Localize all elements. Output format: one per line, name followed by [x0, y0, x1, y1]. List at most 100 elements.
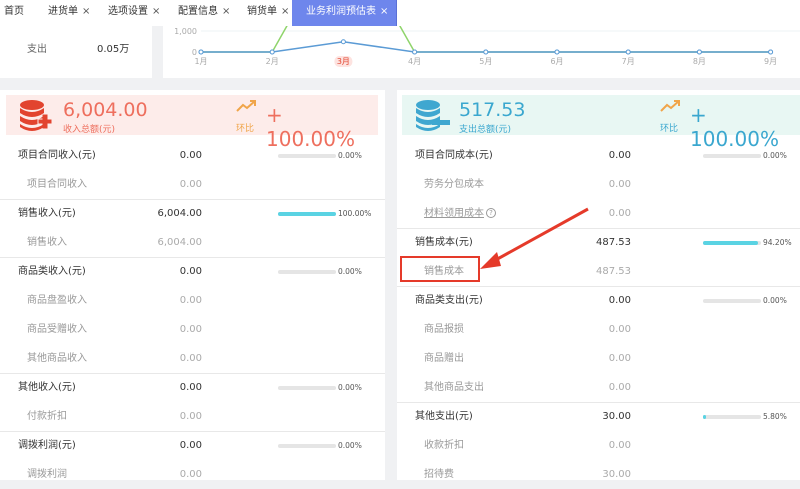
item-row: 劳务分包成本 0.00 — [397, 171, 800, 199]
group-value: 487.53 — [596, 237, 631, 248]
data-point — [554, 49, 560, 55]
group-name: 销售收入(元) — [18, 208, 76, 219]
item-name: 商品盘盈收入 — [27, 295, 87, 306]
group-row: 项目合同收入(元) 0.00 0.00% — [0, 142, 385, 170]
item-value: 0.00 — [608, 440, 631, 451]
expense-trend-label: 环比 — [660, 124, 679, 134]
item-row: 商品报损 0.00 — [397, 316, 800, 344]
group-row: 其他支出(元) 30.00 5.80% — [397, 403, 800, 431]
group-name: 商品类收入(元) — [18, 266, 86, 277]
tab-2[interactable]: 选项设置 × — [108, 0, 160, 26]
group-name: 其他收入(元) — [18, 382, 76, 393]
x-tick-label: 6月 — [550, 57, 563, 66]
close-icon[interactable]: × — [152, 6, 160, 17]
tab-0[interactable]: 首页 — [4, 0, 24, 26]
tab-label: 业务利润预估表 — [306, 6, 376, 17]
item-row: 调拨利润 0.00 — [0, 461, 385, 489]
percent-label: 0.00% — [763, 296, 787, 305]
summary-label: 支出 — [27, 44, 47, 55]
group-row: 调拨利润(元) 0.00 0.00% — [0, 432, 385, 460]
income-header: 6,004.00 收入总额(元) 环比 + 100.00% — [6, 95, 378, 151]
item-row: 招待费 30.00 — [397, 461, 800, 489]
tab-3[interactable]: 配置信息 × — [178, 0, 230, 26]
percent-label: 0.00% — [338, 441, 362, 450]
group-name: 商品类支出(元) — [415, 295, 483, 306]
database-plus-icon — [20, 100, 53, 131]
tab-label: 首页 — [4, 6, 24, 17]
group-value: 0.00 — [179, 150, 202, 161]
close-icon[interactable]: × — [222, 6, 230, 17]
item-row: 其他商品收入 0.00 — [0, 345, 385, 373]
income-total: 6,004.00 — [63, 99, 148, 121]
group-value: 6,004.00 — [157, 208, 202, 219]
group-row: 销售收入(元) 6,004.00 100.00% — [0, 200, 385, 228]
tab-label: 进货单 — [48, 6, 78, 17]
x-tick-label: 2月 — [266, 57, 279, 66]
group-name: 销售成本(元) — [415, 237, 473, 248]
group-value: 0.00 — [179, 266, 202, 277]
group-value: 30.00 — [602, 411, 631, 422]
group-name: 调拨利润(元) — [18, 440, 76, 451]
data-point — [696, 49, 702, 55]
item-name: 商品受赠收入 — [27, 324, 87, 335]
income-panel: 6,004.00 收入总额(元) 环比 + 100.00% 项目合同收入(元) 0… — [0, 90, 385, 480]
percent-label: 100.00% — [338, 209, 372, 218]
close-icon[interactable]: × — [82, 6, 90, 17]
percent-bar-fill — [703, 241, 758, 245]
item-row: 付款折扣 0.00 — [0, 403, 385, 431]
close-icon[interactable]: × — [380, 6, 388, 17]
income-total-label: 收入总额(元) — [63, 125, 116, 135]
item-row: 商品赠出 0.00 — [397, 345, 800, 373]
item-value: 0.00 — [608, 208, 631, 219]
percent-bar — [278, 270, 336, 274]
group-name: 项目合同收入(元) — [18, 150, 96, 161]
help-icon[interactable]: ? — [486, 208, 496, 218]
item-name: 其他商品支出 — [424, 382, 484, 393]
x-tick-label: 1月 — [194, 57, 207, 66]
item-name: 材料领用成本 — [424, 208, 484, 219]
item-name: 招待费 — [424, 469, 454, 480]
item-value: 487.53 — [596, 266, 631, 277]
item-name: 收款折扣 — [424, 440, 464, 451]
tab-1[interactable]: 进货单 × — [48, 0, 90, 26]
data-point — [768, 49, 774, 55]
close-icon[interactable]: × — [281, 6, 289, 17]
percent-label: 0.00% — [338, 151, 362, 160]
x-tick-label: 4月 — [408, 57, 421, 66]
data-point — [269, 49, 275, 55]
item-name: 劳务分包成本 — [424, 179, 484, 190]
x-tick-label: 3月 — [337, 57, 350, 66]
tab-4[interactable]: 销货单 × — [247, 0, 289, 26]
percent-bar — [278, 212, 336, 216]
x-tick-label: 5月 — [479, 57, 492, 66]
item-row: 商品盘盈收入 0.00 — [0, 287, 385, 315]
group-value: 0.00 — [179, 382, 202, 393]
percent-bar — [278, 444, 336, 448]
percent-label: 0.00% — [338, 267, 362, 276]
data-point — [483, 49, 489, 55]
summary-value: 0.05万 — [97, 44, 130, 55]
percent-bar — [703, 154, 761, 158]
data-point — [625, 49, 631, 55]
expense-total: 517.53 — [459, 99, 526, 121]
tab-label: 销货单 — [247, 6, 277, 17]
y-tick-label: 0 — [192, 48, 197, 57]
tab-label: 配置信息 — [178, 6, 218, 17]
item-value: 0.00 — [608, 324, 631, 335]
item-name: 项目合同收入 — [27, 179, 87, 190]
percent-label: 94.20% — [763, 238, 792, 247]
percent-label: 5.80% — [763, 412, 787, 421]
item-value: 6,004.00 — [157, 237, 202, 248]
percent-bar — [703, 299, 761, 303]
x-tick-label: 7月 — [622, 57, 635, 66]
group-row: 销售成本(元) 487.53 94.20% — [397, 229, 800, 257]
item-value: 0.00 — [179, 469, 202, 480]
percent-label: 0.00% — [763, 151, 787, 160]
group-value: 0.00 — [608, 150, 631, 161]
percent-bar — [278, 386, 336, 390]
tab-5[interactable]: 业务利润预估表 × — [292, 0, 398, 26]
item-row: 材料领用成本? 0.00 — [397, 200, 800, 228]
item-name: 付款折扣 — [27, 411, 67, 422]
expense-panel: 517.53 支出总额(元) 环比 + 100.00% 项目合同成本(元) 0.0… — [397, 90, 800, 480]
percent-bar — [703, 241, 761, 245]
